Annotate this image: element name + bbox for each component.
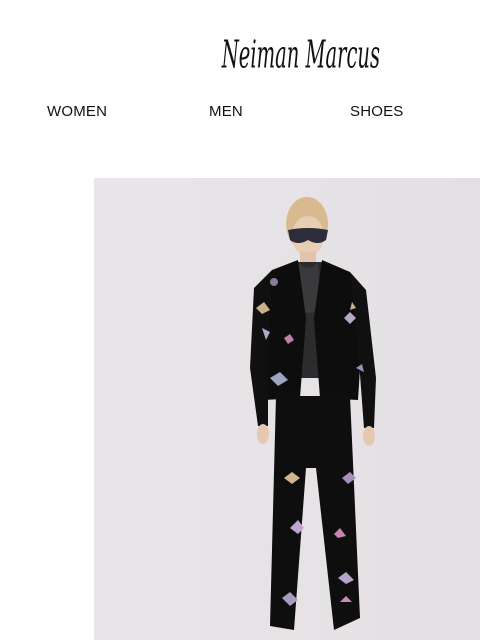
- nav-item-women[interactable]: WOMEN: [47, 103, 107, 120]
- nav-item-men[interactable]: MEN: [209, 103, 243, 120]
- logo-wordmark: Neiman Marcus: [221, 32, 380, 77]
- hero-image[interactable]: [94, 178, 480, 640]
- email-page: Neiman Marcus WOMEN MEN SHOES: [0, 0, 480, 640]
- main-nav: WOMEN MEN SHOES: [0, 100, 480, 124]
- neiman-marcus-logo[interactable]: Neiman Marcus: [220, 24, 382, 84]
- hero-illustration: [94, 178, 480, 640]
- nav-item-shoes[interactable]: SHOES: [350, 103, 404, 120]
